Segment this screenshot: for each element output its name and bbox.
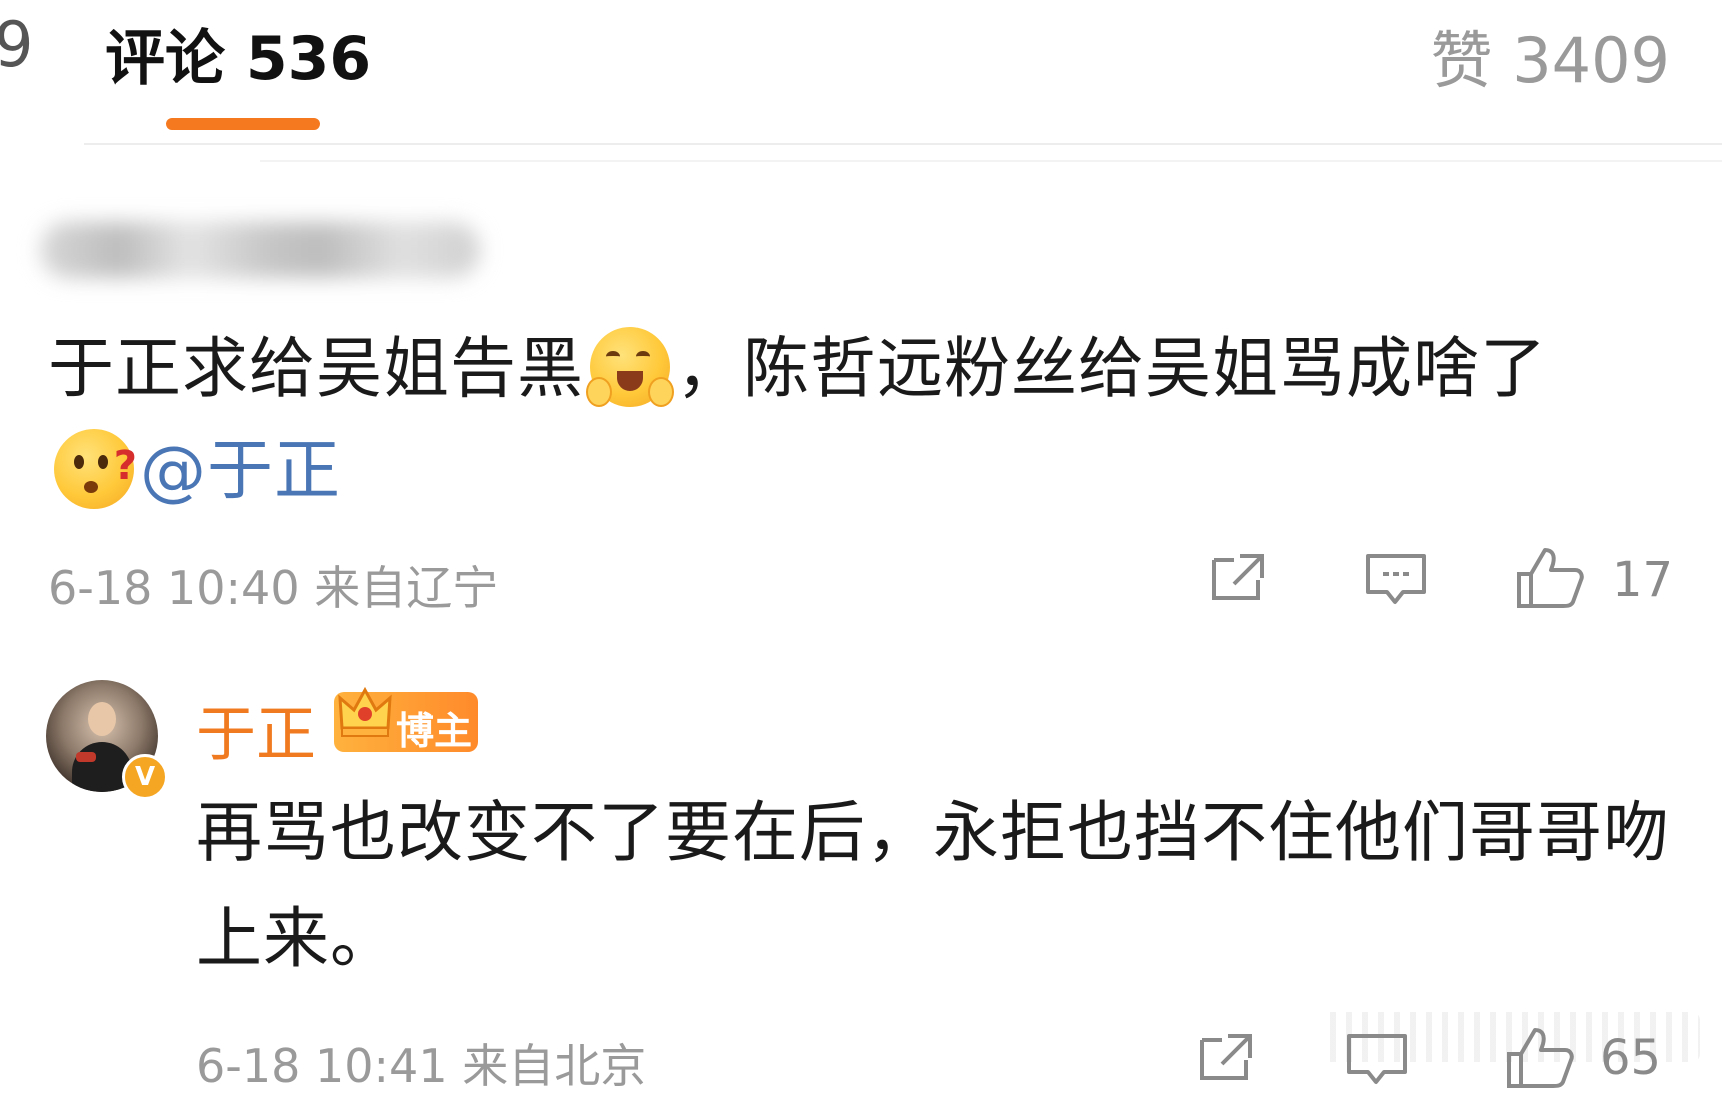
tab-likes[interactable]: 赞 3409 [1431,10,1671,100]
comment-like-count: 17 [1612,552,1674,608]
comment-icon[interactable] [1365,552,1427,608]
share-icon[interactable] [1210,552,1266,602]
mention-link[interactable]: @于正 [140,432,341,509]
header-divider-secondary [260,160,1722,162]
comment-text: 于正求给吴姐告黑 ，陈哲远粉丝给吴姐骂成啥了 ? @于正 [48,318,1688,522]
active-tab-indicator [166,118,320,130]
tab-comments[interactable]: 评论 536 [105,10,371,97]
tab-previous-fragment[interactable]: 9 [0,8,33,81]
verified-badge-icon: V [122,754,168,800]
smiling-face-with-hands-emoji-icon [586,326,674,407]
reply-username[interactable]: 于正 [196,686,316,773]
blogger-badge-label: 博主 [396,709,473,753]
comment-timestamp: 6-18 10:40 [48,561,300,615]
thumbs-up-icon[interactable] [1505,1026,1575,1090]
header-divider [84,143,1722,145]
comment-text-part2: ，陈哲远粉丝给吴姐骂成啥了 [676,330,1547,407]
thumbs-up-icon[interactable] [1515,546,1585,610]
reply-timestamp: 6-18 10:41 [196,1039,448,1093]
blurred-username [40,222,480,278]
reply-text: 再骂也改变不了要在后，永拒也挡不住他们哥哥吻上来。 [196,794,1670,977]
comment-location: 来自辽宁 [314,561,499,615]
reply-like-count: 65 [1600,1030,1662,1086]
comment-meta: 6-18 10:40 来自辽宁 [48,552,498,618]
comment-text-part1: 于正求给吴姐告黑 [48,330,584,407]
crown-icon [338,686,392,737]
share-icon[interactable] [1198,1032,1254,1082]
reply-location: 来自北京 [462,1039,647,1093]
reply-meta: 6-18 10:41 来自北京 [196,1030,646,1096]
blogger-badge: 博主 [334,686,478,753]
confused-question-emoji-icon: ? [54,428,137,509]
